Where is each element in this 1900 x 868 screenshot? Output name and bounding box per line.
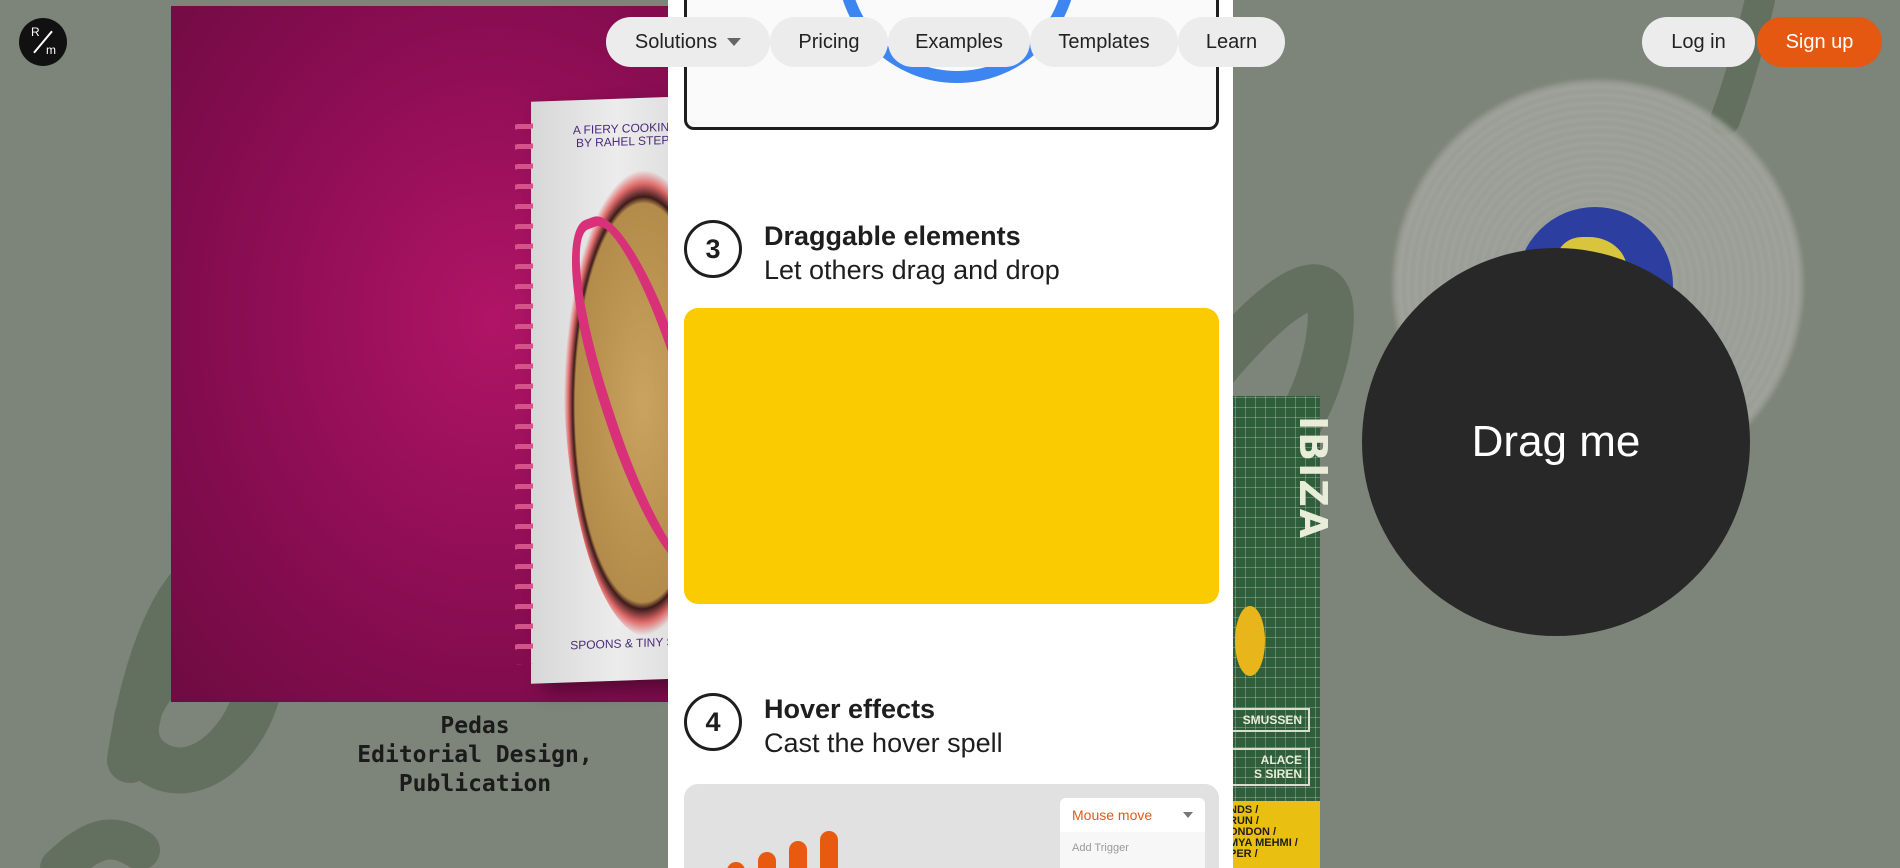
project-caption: Pedas Editorial Design, Publication — [290, 712, 660, 799]
poster-sun-graphic — [1235, 606, 1265, 676]
poster-label-1: SMUSSEN — [1225, 708, 1310, 732]
caret-down-icon — [727, 38, 742, 46]
trigger-panel: Mouse move Add Trigger — [1060, 798, 1205, 868]
add-trigger-button[interactable]: Add Trigger — [1072, 842, 1129, 854]
poster-image: IBIZA SMUSSEN ALACE S SIREN NDS / RUN / … — [1225, 396, 1335, 868]
drop-zone[interactable] — [684, 308, 1219, 604]
nav-learn[interactable]: Learn — [1178, 17, 1285, 67]
poster-lineup: NDS / RUN / ONDON / MYA MEHMI / PER / — [1225, 801, 1320, 868]
step-subtitle: Let others drag and drop — [764, 255, 1060, 285]
drag-me-circle[interactable]: Drag me — [1362, 248, 1750, 636]
step-draggable: 3 Draggable elements Let others drag and… — [684, 219, 1060, 287]
chevron-down-icon — [1183, 812, 1193, 818]
nav-examples[interactable]: Examples — [888, 17, 1030, 67]
login-button[interactable]: Log in — [1642, 17, 1755, 67]
spiral-binding — [515, 113, 533, 665]
step-number-badge: 4 — [684, 693, 742, 751]
project-category: Editorial Design, Publication — [357, 742, 593, 797]
nav-templates[interactable]: Templates — [1030, 17, 1178, 67]
step-title: Draggable elements — [764, 221, 1021, 251]
bar-3 — [758, 852, 776, 868]
step-subtitle: Cast the hover spell — [764, 728, 1003, 758]
hover-effects-demo: Mouse move Add Trigger — [684, 784, 1219, 868]
bar-4 — [789, 841, 807, 868]
poster-title: IBIZA — [1291, 416, 1335, 541]
poster-label-2: ALACE S SIREN — [1225, 748, 1310, 786]
bar-5 — [820, 831, 838, 868]
nav-solutions-label: Solutions — [634, 30, 718, 53]
trigger-select[interactable]: Mouse move — [1060, 798, 1205, 832]
trigger-select-value: Mouse move — [1072, 807, 1153, 823]
bar-2 — [727, 862, 745, 868]
project-name: Pedas — [440, 713, 510, 739]
drag-me-label: Drag me — [1471, 417, 1641, 466]
nav-pricing[interactable]: Pricing — [770, 17, 888, 67]
feature-panel: 3 Draggable elements Let others drag and… — [668, 0, 1233, 868]
brand-logo[interactable]: R m — [19, 18, 67, 66]
step-hover: 4 Hover effects Cast the hover spell — [684, 692, 1003, 760]
project-image-card[interactable]: A FIERY COOKING ZINE BY RAHEL STEPHANIE … — [171, 6, 760, 702]
nav-solutions[interactable]: Solutions — [606, 17, 770, 67]
signup-button[interactable]: Sign up — [1757, 17, 1882, 67]
step-number-badge: 3 — [684, 220, 742, 278]
logo-letter-r: R — [31, 25, 40, 39]
logo-letter-m: m — [46, 43, 56, 57]
step-title: Hover effects — [764, 694, 936, 724]
bar-graphic — [696, 831, 838, 868]
